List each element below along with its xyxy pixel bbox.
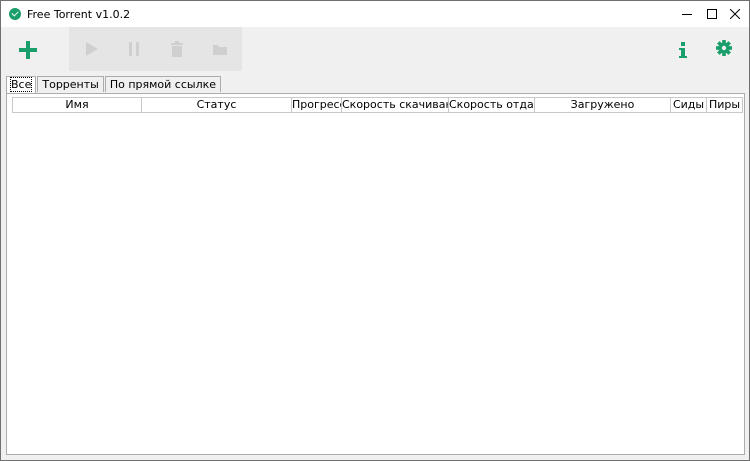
start-button[interactable] bbox=[81, 38, 103, 60]
app-window: Free Torrent v1.0.2 Все Торренты По прям… bbox=[0, 0, 750, 461]
downloads-panel: Имя Статус Прогресс Скорость скачивания … bbox=[6, 93, 745, 455]
column-header-status[interactable]: Статус bbox=[141, 98, 291, 112]
minimize-icon bbox=[682, 14, 692, 15]
maximize-icon bbox=[707, 9, 717, 19]
plus-icon bbox=[19, 41, 37, 59]
settings-button[interactable] bbox=[712, 36, 736, 62]
close-icon bbox=[730, 9, 740, 19]
add-torrent-button[interactable] bbox=[15, 37, 41, 63]
gear-icon bbox=[716, 40, 732, 56]
info-icon bbox=[679, 42, 687, 58]
tab-all[interactable]: Все bbox=[6, 76, 37, 93]
tab-torrents[interactable]: Торренты bbox=[37, 76, 104, 92]
play-icon bbox=[86, 42, 98, 56]
filter-tabs: Все Торренты По прямой ссылке bbox=[6, 76, 222, 93]
tab-direct-links[interactable]: По прямой ссылке bbox=[104, 76, 222, 92]
close-button[interactable] bbox=[721, 3, 749, 25]
column-header-download-speed[interactable]: Скорость скачивания bbox=[341, 98, 448, 112]
tab-torrents-label: Торренты bbox=[42, 78, 99, 91]
title-bar[interactable]: Free Torrent v1.0.2 bbox=[1, 1, 749, 27]
column-header-seeds[interactable]: Сиды bbox=[670, 98, 706, 112]
minimize-button[interactable] bbox=[673, 3, 701, 25]
pause-icon bbox=[129, 42, 139, 56]
column-header-upload-speed[interactable]: Скорость отдачи bbox=[448, 98, 534, 112]
torrent-actions-group bbox=[69, 27, 242, 71]
downloads-table-header: Имя Статус Прогресс Скорость скачивания … bbox=[12, 97, 743, 113]
pause-button[interactable] bbox=[123, 38, 145, 60]
tab-all-label: Все bbox=[9, 77, 33, 92]
info-button[interactable] bbox=[673, 36, 693, 62]
column-header-downloaded[interactable]: Загружено bbox=[534, 98, 670, 112]
column-header-peers[interactable]: Пиры bbox=[706, 98, 742, 112]
trash-icon bbox=[171, 41, 183, 57]
window-title: Free Torrent v1.0.2 bbox=[27, 8, 131, 21]
open-folder-button[interactable] bbox=[209, 38, 231, 60]
download-circle-icon bbox=[9, 8, 21, 20]
column-header-progress[interactable]: Прогресс bbox=[291, 98, 341, 112]
tab-direct-links-label: По прямой ссылке bbox=[109, 78, 217, 91]
toolbar bbox=[1, 27, 749, 73]
folder-icon bbox=[213, 45, 227, 55]
delete-button[interactable] bbox=[166, 38, 188, 60]
column-header-name[interactable]: Имя bbox=[12, 98, 141, 112]
